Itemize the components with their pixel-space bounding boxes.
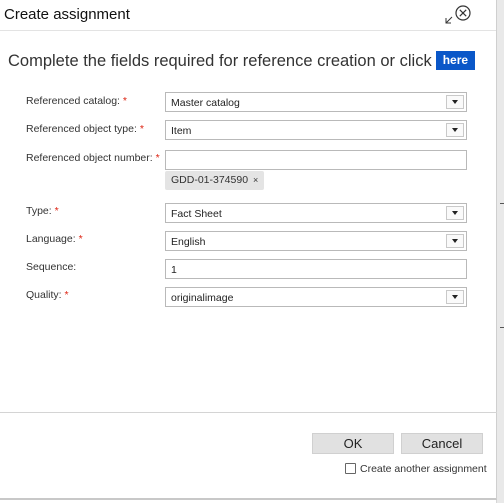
cancel-button[interactable]: Cancel <box>401 433 483 454</box>
type-label-text: Type: <box>26 205 52 217</box>
background-window-edge <box>496 0 504 503</box>
type-select[interactable]: Fact Sheet <box>165 203 467 223</box>
required-marker: * <box>155 152 160 164</box>
catalog-select[interactable]: Master catalog <box>165 92 467 112</box>
ok-button[interactable]: OK <box>312 433 394 454</box>
object-number-tag: GDD-01-374590 × <box>165 171 265 190</box>
intro-text: Complete the fields required for referen… <box>8 51 476 71</box>
quality-label-text: Quality: <box>26 289 62 301</box>
dialog-window-controls <box>444 3 474 27</box>
object-type-select[interactable]: Item <box>165 120 467 140</box>
catalog-value: Master catalog <box>171 97 240 109</box>
background-marker <box>500 327 504 328</box>
chevron-down-icon[interactable] <box>446 234 464 248</box>
object-number-input[interactable] <box>165 150 467 170</box>
object-number-label-text: Referenced object number: <box>26 152 153 164</box>
create-another-checkbox[interactable] <box>345 463 356 474</box>
quality-label: Quality: * <box>26 289 69 301</box>
create-assignment-dialog: Create assignment Complete the fields re… <box>0 0 497 500</box>
language-label: Language: * <box>26 233 83 245</box>
object-number-label: Referenced object number: * <box>26 152 160 164</box>
intro-message: Complete the fields required for referen… <box>8 52 432 70</box>
language-value: English <box>171 236 206 248</box>
sequence-value: 1 <box>171 264 177 276</box>
catalog-label-text: Referenced catalog: <box>26 95 120 107</box>
required-marker: * <box>64 289 69 301</box>
required-marker: * <box>54 205 59 217</box>
object-type-label-text: Referenced object type: <box>26 123 137 135</box>
language-label-text: Language: <box>26 233 76 245</box>
quality-value: originalimage <box>171 292 234 304</box>
sequence-label: Sequence: <box>26 261 77 273</box>
required-marker: * <box>78 233 83 245</box>
type-value: Fact Sheet <box>171 208 222 220</box>
create-another-option[interactable]: Create another assignment <box>345 463 487 475</box>
catalog-label: Referenced catalog: * <box>26 95 127 107</box>
here-link[interactable]: here <box>435 51 476 70</box>
dialog-titlebar: Create assignment <box>0 0 496 31</box>
object-type-label: Referenced object type: * <box>26 123 144 135</box>
required-marker: * <box>139 123 144 135</box>
minimize-arrow-icon[interactable] <box>445 16 453 24</box>
remove-tag-icon[interactable]: × <box>253 175 258 185</box>
create-another-label: Create another assignment <box>360 463 487 475</box>
dialog-footer: OK Cancel Create another assignment <box>0 412 497 500</box>
chevron-down-icon[interactable] <box>446 123 464 137</box>
chevron-down-icon[interactable] <box>446 206 464 220</box>
language-select[interactable]: English <box>165 231 467 251</box>
object-number-tag-text: GDD-01-374590 <box>171 174 249 186</box>
dialog-title: Create assignment <box>4 6 130 23</box>
required-marker: * <box>122 95 127 107</box>
chevron-down-icon[interactable] <box>446 95 464 109</box>
close-icon[interactable] <box>455 5 471 21</box>
background-marker <box>500 203 504 204</box>
object-type-value: Item <box>171 125 192 137</box>
sequence-input[interactable]: 1 <box>165 259 467 279</box>
chevron-down-icon[interactable] <box>446 290 464 304</box>
type-label: Type: * <box>26 205 59 217</box>
quality-select[interactable]: originalimage <box>165 287 467 307</box>
